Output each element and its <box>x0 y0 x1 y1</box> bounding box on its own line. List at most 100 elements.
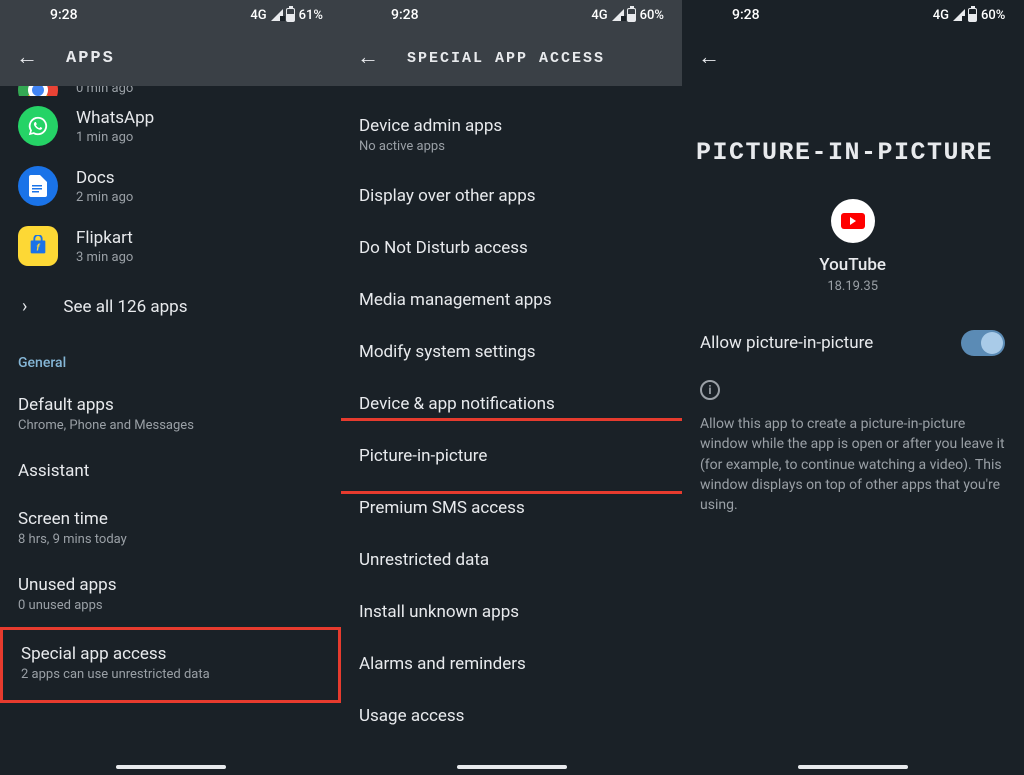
switch-on-icon[interactable] <box>961 330 1005 356</box>
sa-title: Device admin apps <box>359 116 664 136</box>
section-general: General <box>0 337 341 381</box>
setting-sub: 2 apps can use unrestricted data <box>21 667 320 682</box>
status-battery: 60% <box>640 8 664 23</box>
docs-icon <box>18 166 58 206</box>
battery-icon <box>968 8 977 22</box>
setting-title: Special app access <box>21 644 320 664</box>
sa-title: Display over other apps <box>359 186 664 206</box>
apps-title: APPS <box>66 49 115 68</box>
app-name: Docs <box>76 168 133 188</box>
sa-premium-sms[interactable]: Premium SMS access <box>341 482 682 534</box>
sa-alarms[interactable]: Alarms and reminders <box>341 638 682 690</box>
sa-modify-system[interactable]: Modify system settings <box>341 326 682 378</box>
setting-sub: 0 unused apps <box>18 598 323 613</box>
signal-icon <box>612 9 624 21</box>
chevron-right-icon: › <box>22 296 27 317</box>
status-battery: 60% <box>981 8 1005 23</box>
toggle-label: Allow picture-in-picture <box>700 333 873 353</box>
setting-title: Default apps <box>18 395 323 415</box>
panel-pip: 9:28 4G 60% ← PICTURE-IN-PICTURE YouTube… <box>682 0 1023 775</box>
app-name: WhatsApp <box>76 108 154 128</box>
see-all-label: See all 126 apps <box>63 297 187 317</box>
app-row-chrome[interactable]: 0 min ago <box>0 86 341 96</box>
youtube-icon <box>831 199 875 243</box>
sa-display-over[interactable]: Display over other apps <box>341 170 682 222</box>
sa-device-admin[interactable]: Device admin apps No active apps <box>341 100 682 170</box>
app-sub: 0 min ago <box>76 86 133 96</box>
nav-bar-icon[interactable] <box>116 765 226 769</box>
setting-special-app-access[interactable]: Special app access 2 apps can use unrest… <box>0 627 341 703</box>
sa-title: Media management apps <box>359 290 664 310</box>
setting-default-apps[interactable]: Default apps Chrome, Phone and Messages <box>0 381 341 447</box>
signal-icon <box>953 9 965 21</box>
setting-title: Unused apps <box>18 575 323 595</box>
battery-icon <box>286 8 295 22</box>
pip-header: ← <box>682 30 1023 86</box>
setting-sub: Chrome, Phone and Messages <box>18 418 323 433</box>
sa-title: Do Not Disturb access <box>359 238 664 258</box>
panel-apps: 9:28 4G 61% ← APPS 0 min ago WhatsApp <box>0 0 341 775</box>
toggle-allow-pip[interactable]: Allow picture-in-picture <box>682 304 1023 372</box>
info-text: Allow this app to create a picture-in-pi… <box>700 414 1005 515</box>
back-icon[interactable]: ← <box>357 47 379 69</box>
app-sub: 3 min ago <box>76 250 133 265</box>
status-battery: 61% <box>299 8 323 23</box>
sa-title: Usage access <box>359 706 664 726</box>
status-time: 9:28 <box>391 7 419 23</box>
status-bar: 9:28 4G 60% <box>682 0 1023 30</box>
nav-bar-icon[interactable] <box>798 765 908 769</box>
nav-bar-icon[interactable] <box>457 765 567 769</box>
battery-icon <box>627 8 636 22</box>
sa-title: Install unknown apps <box>359 602 664 622</box>
app-name: Flipkart <box>76 228 133 248</box>
hero-app-version: 18.19.35 <box>827 279 878 294</box>
status-bar: 9:28 4G 61% <box>0 0 341 30</box>
status-time: 9:28 <box>732 7 760 23</box>
hero-app-name: YouTube <box>819 255 886 275</box>
setting-screen-time[interactable]: Screen time 8 hrs, 9 mins today <box>0 495 341 561</box>
sa-title: Modify system settings <box>359 342 664 362</box>
sa-title: Premium SMS access <box>359 498 664 518</box>
sa-pip[interactable]: Picture-in-picture <box>341 430 682 482</box>
pip-page-title: PICTURE-IN-PICTURE <box>682 86 1023 179</box>
app-row-flipkart[interactable]: f Flipkart 3 min ago <box>0 216 341 276</box>
back-icon[interactable]: ← <box>16 47 38 69</box>
info-section: i Allow this app to create a picture-in-… <box>682 372 1023 523</box>
app-hero: YouTube 18.19.35 <box>682 179 1023 304</box>
sa-device-notifications[interactable]: Device & app notifications <box>341 378 682 430</box>
sa-install-unknown[interactable]: Install unknown apps <box>341 586 682 638</box>
status-net: 4G <box>933 8 949 23</box>
setting-title: Assistant <box>18 461 323 481</box>
status-net: 4G <box>591 8 607 23</box>
sa-title: Unrestricted data <box>359 550 664 570</box>
app-row-docs[interactable]: Docs 2 min ago <box>0 156 341 216</box>
apps-header: ← APPS <box>0 30 341 86</box>
sa-media-mgmt[interactable]: Media management apps <box>341 274 682 326</box>
setting-unused-apps[interactable]: Unused apps 0 unused apps <box>0 561 341 627</box>
app-sub: 1 min ago <box>76 130 154 145</box>
flipkart-icon: f <box>18 226 58 266</box>
see-all-apps[interactable]: › See all 126 apps <box>0 276 341 337</box>
app-row-whatsapp[interactable]: WhatsApp 1 min ago <box>0 96 341 156</box>
special-access-title: SPECIAL APP ACCESS <box>407 50 605 67</box>
signal-icon <box>271 9 283 21</box>
panel-special-app-access: 9:28 4G 60% ← SPECIAL APP ACCESS Device … <box>341 0 682 775</box>
setting-title: Screen time <box>18 509 323 529</box>
whatsapp-icon <box>18 106 58 146</box>
sa-title: Device & app notifications <box>359 394 664 414</box>
setting-assistant[interactable]: Assistant <box>0 447 341 495</box>
sa-usage-access[interactable]: Usage access <box>341 690 682 742</box>
app-sub: 2 min ago <box>76 190 133 205</box>
sa-sub: No active apps <box>359 139 664 154</box>
status-net: 4G <box>250 8 266 23</box>
setting-sub: 8 hrs, 9 mins today <box>18 532 323 547</box>
sa-title: Picture-in-picture <box>359 446 664 466</box>
info-icon: i <box>700 380 720 400</box>
back-icon[interactable]: ← <box>698 47 720 69</box>
status-time: 9:28 <box>50 7 78 23</box>
sa-unrestricted-data[interactable]: Unrestricted data <box>341 534 682 586</box>
status-bar: 9:28 4G 60% <box>341 0 682 30</box>
sa-dnd[interactable]: Do Not Disturb access <box>341 222 682 274</box>
special-access-header: ← SPECIAL APP ACCESS <box>341 30 682 86</box>
chrome-icon <box>18 86 58 96</box>
